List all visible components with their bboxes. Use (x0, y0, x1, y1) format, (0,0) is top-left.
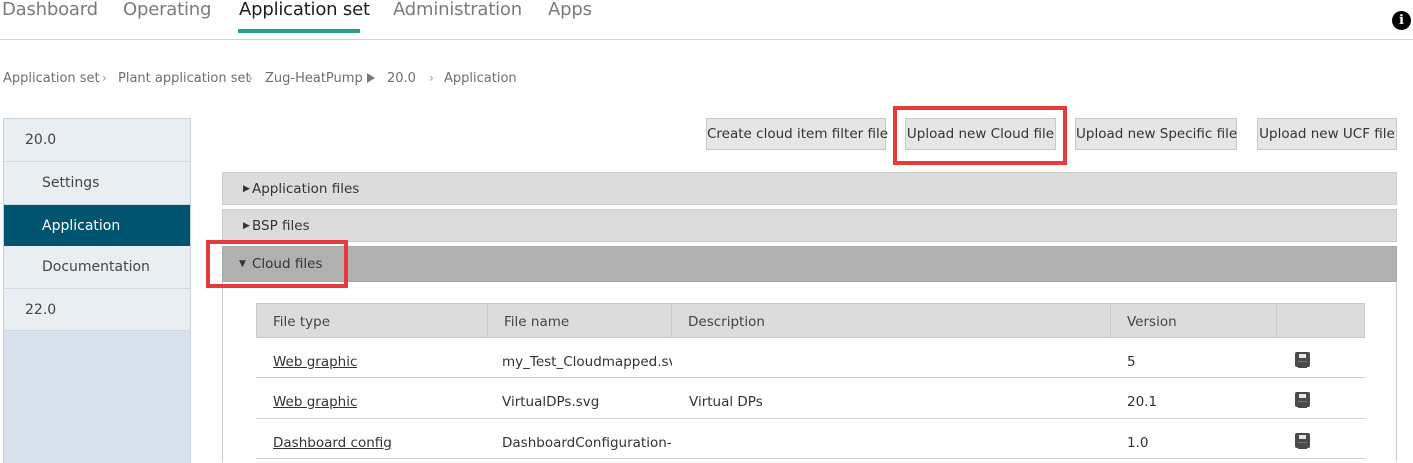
tab-administration[interactable]: Administration (393, 0, 522, 20)
column-header-file-type[interactable]: File type (257, 304, 488, 337)
file-type-link[interactable]: Dashboard config (273, 419, 392, 459)
breadcrumb-item-current: Application (444, 71, 517, 86)
sidebar-item-label: Settings (42, 175, 100, 191)
section-label: Application files (252, 181, 360, 197)
tab-application-set[interactable]: Application set (239, 0, 370, 20)
upload-specific-file-button[interactable]: Upload new Specific file (1075, 118, 1237, 150)
version: 20.1 (1127, 394, 1158, 410)
tab-apps[interactable]: Apps (548, 0, 592, 20)
column-header-description[interactable]: Description (672, 304, 1111, 337)
file-name: DashboardConfiguration-20 (502, 435, 672, 451)
breadcrumb-item[interactable]: Plant application set (118, 71, 251, 86)
breadcrumb-item[interactable]: 20.0 (387, 71, 416, 86)
sidebar: 20.0 Settings Application Documentation … (3, 118, 191, 463)
section-label: BSP files (252, 218, 310, 234)
save-icon[interactable] (1295, 433, 1310, 449)
info-icon[interactable]: i (1392, 11, 1411, 30)
highlight-box (206, 240, 348, 288)
chevron-right-icon: › (248, 71, 253, 85)
file-name: my_Test_Cloudmapped.svg (502, 354, 672, 370)
file-type-link[interactable]: Web graphic (273, 338, 357, 378)
triangle-right-icon (367, 73, 375, 83)
save-icon[interactable] (1295, 352, 1310, 368)
tab-dashboard[interactable]: Dashboard (2, 0, 98, 20)
sidebar-item-version-20[interactable]: 20.0 (4, 119, 190, 162)
sidebar-item-application[interactable]: Application (4, 205, 190, 246)
table-header: File type File name Description Version (256, 303, 1365, 338)
active-tab-indicator (238, 29, 360, 33)
column-header-file-name[interactable]: File name (488, 304, 672, 337)
sidebar-item-label: 22.0 (25, 301, 57, 318)
caret-right-icon: ▶ (243, 184, 250, 194)
chevron-right-icon: › (429, 71, 434, 85)
file-name: VirtualDPs.svg (502, 394, 600, 410)
column-header-actions (1277, 304, 1364, 337)
section-application-files[interactable]: ▶ Application files (222, 172, 1397, 205)
section-bsp-files[interactable]: ▶ BSP files (222, 209, 1397, 242)
sidebar-item-label: 20.0 (25, 132, 57, 148)
tab-operating[interactable]: Operating (123, 0, 211, 20)
table-row: Web graphic VirtualDPs.svg Virtual DPs 2… (256, 378, 1365, 419)
upload-ucf-file-button[interactable]: Upload new UCF file (1257, 118, 1397, 150)
sidebar-item-version-22[interactable]: 22.0 (4, 289, 190, 331)
save-icon[interactable] (1295, 392, 1310, 408)
file-type-link[interactable]: Web graphic (273, 378, 357, 418)
caret-right-icon: ▶ (243, 221, 250, 231)
highlight-box (893, 106, 1067, 165)
sidebar-item-label: Documentation (42, 259, 150, 275)
sidebar-item-label: Application (42, 217, 121, 234)
section-cloud-files[interactable]: ▼ Cloud files (222, 246, 1397, 282)
top-navigation: Dashboard Operating Application set Admi… (0, 0, 1413, 40)
description: Virtual DPs (689, 394, 763, 410)
sidebar-item-settings[interactable]: Settings (4, 162, 190, 205)
version: 1.0 (1127, 435, 1149, 451)
column-header-version[interactable]: Version (1111, 304, 1277, 337)
table-row: Web graphic my_Test_Cloudmapped.svg 5 (256, 338, 1365, 378)
table-row: Dashboard config DashboardConfiguration-… (256, 419, 1365, 459)
sidebar-item-documentation[interactable]: Documentation (4, 246, 190, 289)
breadcrumb-item[interactable]: Application set (3, 71, 100, 86)
version: 5 (1127, 354, 1136, 370)
create-cloud-item-filter-button[interactable]: Create cloud item filter file (706, 118, 888, 150)
breadcrumb-item[interactable]: Zug-HeatPump (265, 71, 363, 86)
chevron-right-icon: › (102, 71, 107, 85)
